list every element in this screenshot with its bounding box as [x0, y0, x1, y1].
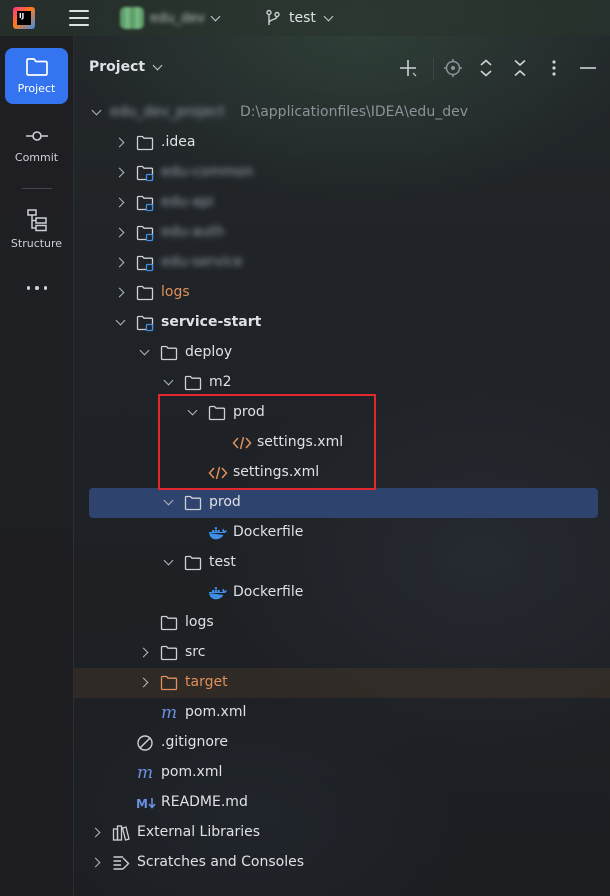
tree-row-test[interactable]: test	[74, 548, 610, 578]
expand-all-icon[interactable]	[476, 58, 496, 78]
locate-icon[interactable]	[443, 58, 463, 78]
project-switcher[interactable]: edu_dev	[120, 6, 221, 30]
add-icon[interactable]	[398, 58, 418, 78]
docker-icon	[208, 524, 227, 542]
tree-row-root[interactable]: edu_dev_project D:\applicationfiles\IDEA…	[74, 98, 610, 128]
tree-row-dockerfile[interactable]: Dockerfile	[74, 518, 610, 548]
svg-text:m: m	[137, 764, 153, 782]
chevron-right-icon[interactable]	[91, 827, 103, 839]
tree-row-module[interactable]: edu-api	[74, 188, 610, 218]
vcs-branch-widget[interactable]: test	[265, 6, 334, 30]
chevron-down-icon[interactable]	[163, 557, 175, 569]
root-module-path: D:\applicationfiles\IDEA\edu_dev	[240, 104, 468, 120]
folder-icon	[160, 344, 178, 362]
folder-icon	[136, 284, 154, 302]
module-folder-icon	[136, 164, 154, 182]
more-tool-windows-button[interactable]	[24, 281, 50, 295]
chevron-right-icon[interactable]	[115, 197, 127, 209]
branch-icon	[266, 9, 280, 25]
docker-icon	[208, 584, 227, 602]
header-separator	[433, 58, 434, 80]
tree-row-scratches[interactable]: Scratches and Consoles	[74, 848, 610, 878]
intellij-logo-icon[interactable]: IJ	[13, 7, 35, 29]
maven-icon: m	[160, 703, 178, 723]
libraries-icon	[112, 824, 130, 842]
tree-row-dockerfile[interactable]: Dockerfile	[74, 578, 610, 608]
title-bar: IJ edu_dev test	[0, 0, 610, 36]
hide-icon[interactable]	[578, 58, 598, 78]
module-folder-icon	[136, 254, 154, 272]
tree-row-pom-xml[interactable]: m pom.xml	[74, 698, 610, 728]
tree-row-logs[interactable]: logs	[74, 278, 610, 308]
folder-icon	[136, 134, 154, 152]
chevron-down-icon[interactable]	[115, 317, 127, 329]
tree-row-gitignore[interactable]: .gitignore	[74, 728, 610, 758]
tree-row-prod-selected[interactable]: prod	[89, 488, 598, 518]
module-folder-icon	[136, 314, 154, 332]
chevron-right-icon[interactable]	[115, 167, 127, 179]
chevron-down-icon[interactable]	[163, 377, 175, 389]
collapse-all-icon[interactable]	[510, 58, 530, 78]
markdown-icon: M	[136, 794, 156, 812]
tree-row-external-libraries[interactable]: External Libraries	[74, 818, 610, 848]
chevron-right-icon[interactable]	[115, 257, 127, 269]
chevron-right-icon[interactable]	[139, 677, 151, 689]
panel-header: Project	[74, 36, 610, 102]
chevron-right-icon[interactable]	[115, 227, 127, 239]
tree-row-readme[interactable]: M README.md	[74, 788, 610, 818]
tree-row-module[interactable]: edu-service	[74, 248, 610, 278]
folder-icon	[160, 644, 178, 662]
chevron-down-icon[interactable]	[139, 347, 151, 359]
folder-icon	[160, 614, 178, 632]
folder-icon	[25, 58, 48, 76]
chevron-right-icon[interactable]	[115, 287, 127, 299]
tree-row-idea[interactable]: .idea	[74, 128, 610, 158]
strip-separator	[22, 188, 52, 189]
commit-tool-button[interactable]: Commit	[5, 117, 68, 173]
svg-text:m: m	[161, 704, 177, 722]
excluded-folder-icon	[160, 674, 178, 692]
chevron-down-icon[interactable]	[163, 497, 175, 509]
root-module-name: edu_dev_project	[110, 104, 225, 120]
main-menu-button[interactable]	[68, 8, 90, 28]
chevron-down-icon[interactable]	[91, 107, 103, 119]
highlight-annotation-box	[158, 394, 376, 490]
tree-row-target[interactable]: target	[74, 668, 610, 698]
chevron-right-icon[interactable]	[139, 647, 151, 659]
chevron-down-icon	[324, 13, 334, 23]
folder-icon	[184, 374, 202, 392]
project-avatar	[120, 7, 144, 29]
folder-icon	[184, 494, 202, 512]
commit-icon	[25, 131, 48, 141]
project-name: edu_dev	[150, 10, 205, 26]
module-folder-icon	[136, 194, 154, 212]
tree-row-deploy[interactable]: deploy	[74, 338, 610, 368]
tree-row-pom-xml[interactable]: m pom.xml	[74, 758, 610, 788]
tree-row-module[interactable]: edu-auth	[74, 218, 610, 248]
project-tool-button[interactable]: Project	[5, 48, 68, 104]
chevron-down-icon	[211, 13, 221, 23]
folder-icon	[184, 554, 202, 572]
tool-window-strip: Project Commit Structure	[0, 36, 74, 896]
maven-icon: m	[136, 763, 154, 783]
tree-row-src[interactable]: src	[74, 638, 610, 668]
chevron-right-icon[interactable]	[115, 137, 127, 149]
more-icon[interactable]	[544, 58, 564, 78]
panel-title-dropdown[interactable]: Project	[89, 59, 163, 75]
ignore-file-icon	[136, 734, 154, 752]
tree-row-module[interactable]: edu-common	[74, 158, 610, 188]
branch-name: test	[289, 10, 316, 26]
tree-row-logs[interactable]: logs	[74, 608, 610, 638]
scratches-icon	[112, 854, 130, 872]
chevron-right-icon[interactable]	[91, 857, 103, 869]
svg-text:M: M	[136, 797, 148, 811]
structure-icon	[26, 209, 47, 232]
module-folder-icon	[136, 224, 154, 242]
structure-tool-button[interactable]: Structure	[5, 199, 68, 255]
chevron-down-icon	[153, 62, 163, 72]
tree-row-service-start[interactable]: service-start	[74, 308, 610, 338]
